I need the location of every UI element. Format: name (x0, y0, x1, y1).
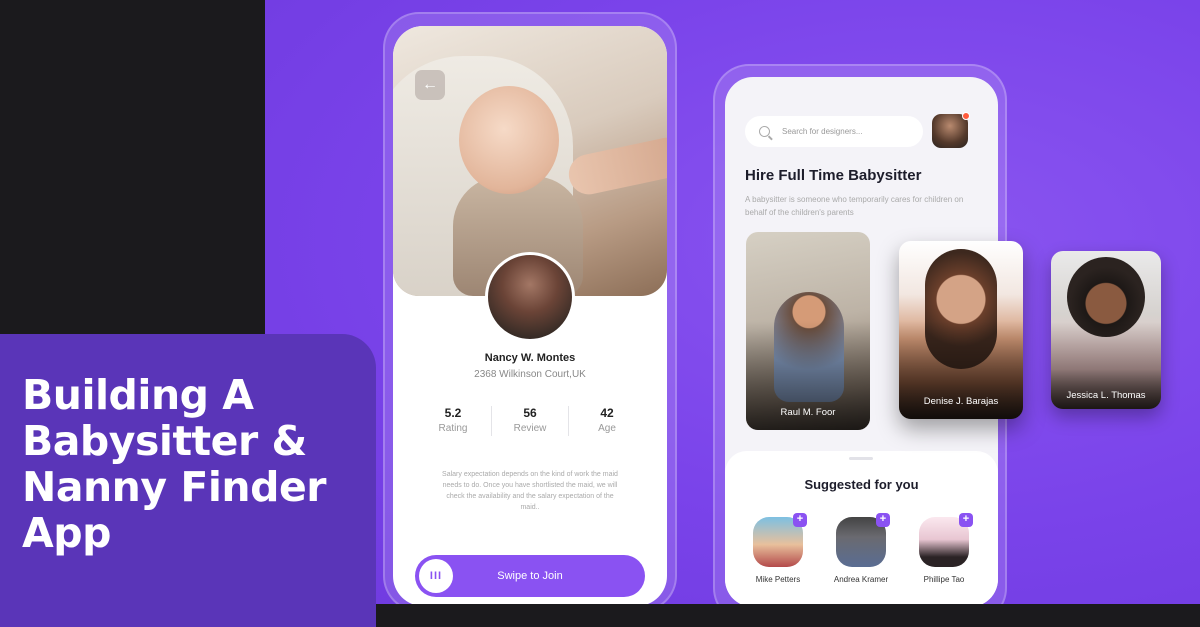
plus-icon[interactable]: + (959, 513, 973, 527)
back-button[interactable]: ← (415, 70, 445, 100)
profile-avatar (485, 252, 575, 342)
suggested-name: Andrea Kramer (833, 575, 889, 584)
user-avatar[interactable] (932, 112, 970, 148)
hero-baby-head (459, 86, 559, 194)
profile-description: Salary expectation depends on the kind o… (442, 471, 618, 511)
swipe-handle[interactable]: III (419, 559, 453, 593)
suggested-panel: Suggested for you + Mike Petters + Andre… (725, 451, 998, 607)
suggested-avatar: + (919, 513, 973, 567)
title-card: Building A Babysitter & Nanny Finder App (0, 334, 376, 627)
stat-review: 56 Review (492, 406, 569, 436)
profile-name: Nancy W. Montes (484, 352, 576, 364)
stat-rating: 5.2 Rating (415, 406, 492, 436)
stat-label: Review (513, 423, 547, 434)
stat-value: 42 (600, 406, 614, 420)
stat-age: 42 Age (569, 406, 645, 436)
sitter-card[interactable]: Raul M. Foor (746, 232, 870, 430)
suggested-name: Mike Petters (755, 575, 801, 584)
page-title: Hire Full Time Babysitter (745, 167, 922, 184)
suggested-name: Phillipe Tao (923, 575, 965, 584)
search-placeholder: Search for designers... (782, 127, 863, 136)
sitter-card[interactable]: Denise J. Barajas (899, 241, 1023, 419)
search-icon (759, 126, 770, 137)
arrow-left-icon: ← (422, 76, 438, 93)
profile-screen: ← Nancy W. Montes 2368 Wilkinson Court,U… (393, 26, 667, 606)
suggested-avatar: + (836, 513, 890, 567)
notification-dot (962, 112, 970, 120)
sitter-name: Jessica L. Thomas (1066, 390, 1146, 401)
plus-icon[interactable]: + (876, 513, 890, 527)
suggested-item[interactable]: + Phillipe Tao (909, 513, 979, 584)
headline: Building A Babysitter & Nanny Finder App (22, 371, 326, 557)
stat-label: Age (598, 423, 616, 434)
profile-address: 2368 Wilkinson Court,UK (474, 369, 586, 380)
search-input[interactable]: Search for designers... (745, 116, 923, 147)
stat-value: 56 (523, 406, 537, 420)
stat-label: Rating (438, 423, 468, 434)
stat-value: 5.2 (444, 406, 462, 420)
hero-arm (565, 133, 667, 199)
sitter-name: Denise J. Barajas (923, 396, 999, 407)
suggested-item[interactable]: + Mike Petters (743, 513, 813, 584)
suggested-item[interactable]: + Andrea Kramer (826, 513, 896, 584)
swipe-to-join-button[interactable]: Swipe to Join III (415, 555, 645, 597)
bottom-strip (376, 604, 1200, 627)
suggested-title: Suggested for you (804, 477, 919, 492)
drag-handle[interactable] (849, 457, 873, 460)
profile-stats: 5.2 Rating 56 Review 42 Age (415, 406, 645, 436)
sitter-card[interactable]: Jessica L. Thomas (1051, 251, 1161, 409)
page-subtitle: A babysitter is someone who temporarily … (745, 195, 964, 217)
plus-icon[interactable]: + (793, 513, 807, 527)
sitter-name: Raul M. Foor (780, 407, 836, 418)
suggested-avatar: + (753, 513, 807, 567)
